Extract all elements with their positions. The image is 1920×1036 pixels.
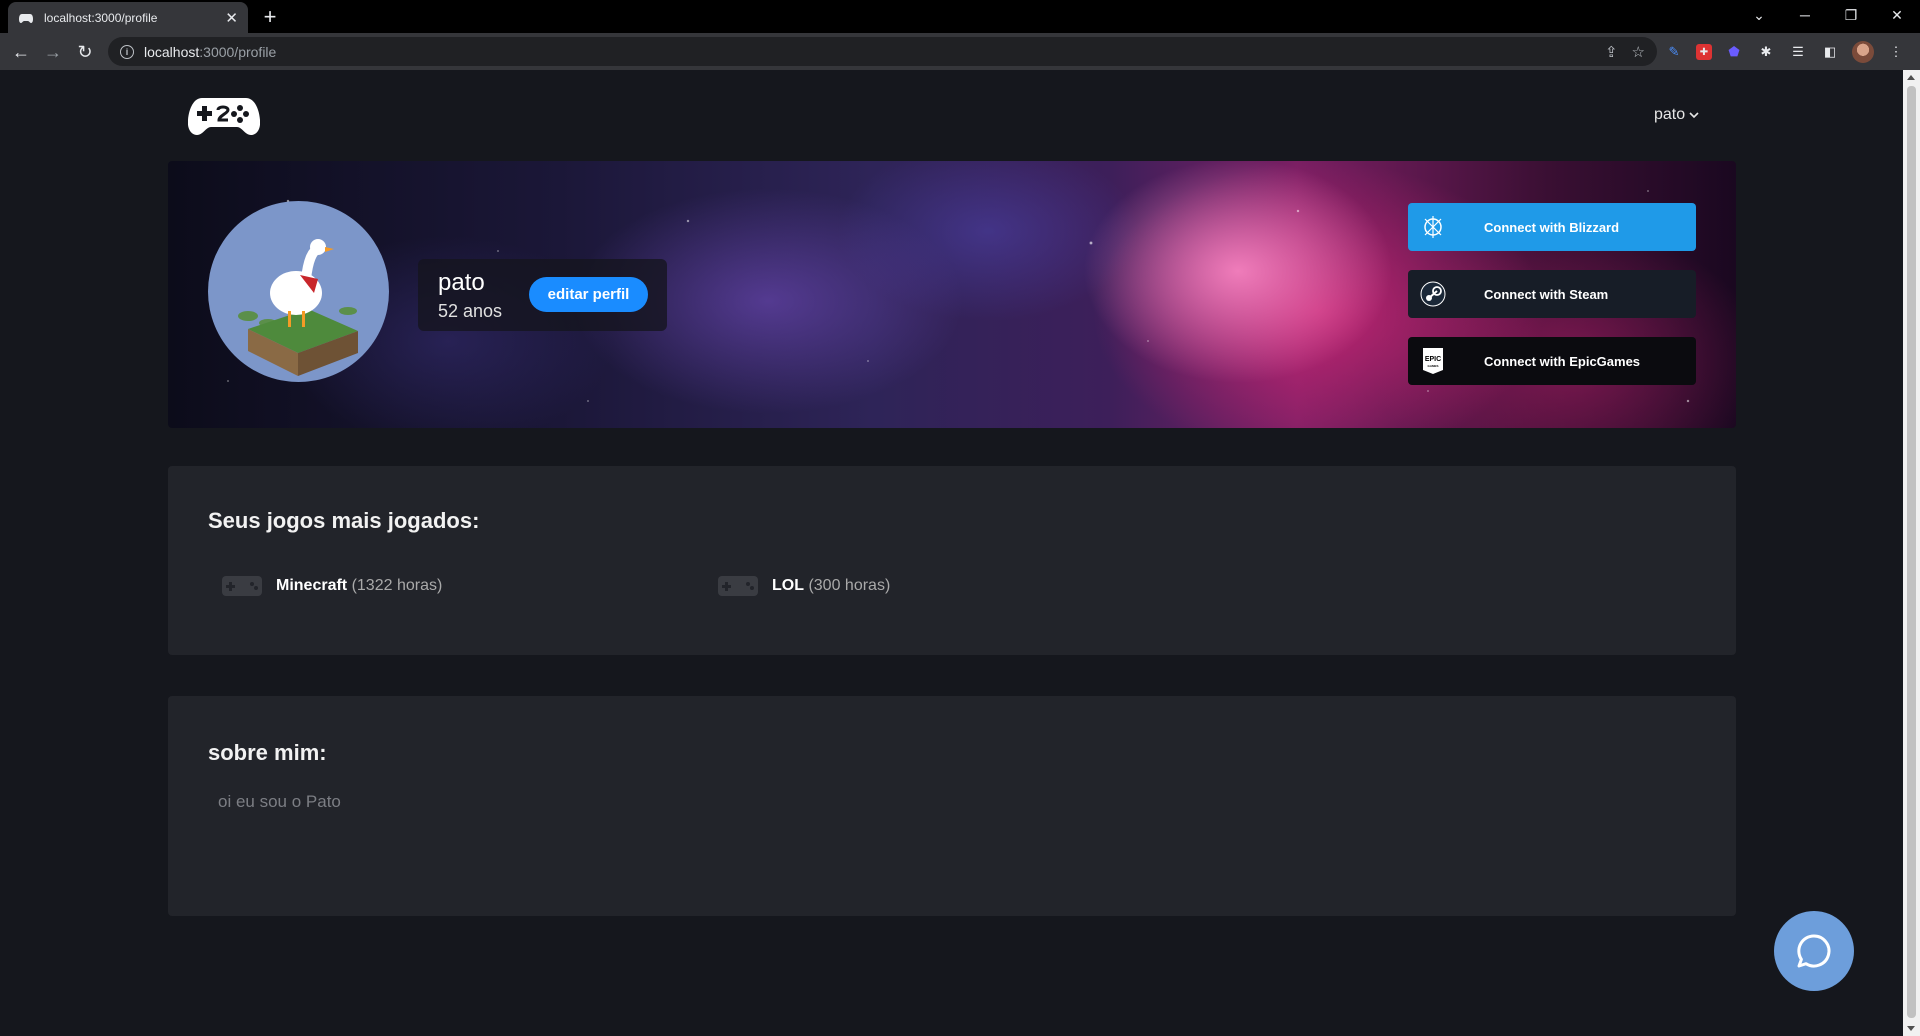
reload-icon[interactable]: ↻ (72, 39, 98, 65)
close-tab-icon[interactable]: ✕ (225, 9, 238, 27)
about-me-card: sobre mim: oi eu sou o Pato (168, 696, 1736, 916)
connect-blizzard-label: Connect with Blizzard (1484, 219, 1620, 235)
most-played-title: Seus jogos mais jogados: (208, 508, 480, 533)
browser-toolbar: ← → ↻ i localhost:3000/profile ⇪ ☆ ✎ ✚ ⬟… (0, 33, 1920, 70)
about-text: oi eu sou o Pato (218, 792, 341, 811)
profile-avatar (208, 201, 389, 382)
chevron-down-icon (1689, 111, 1699, 118)
blizzard-icon (1408, 214, 1458, 240)
extensions-area: ✎ ✚ ⬟ ✱ ☰ ◧ ⋮ (1664, 41, 1906, 63)
tab-title: localhost:3000/profile (44, 10, 158, 25)
gamepad-favicon-icon (18, 10, 34, 26)
profile-name: pato (438, 269, 485, 296)
user-menu[interactable]: pato (1654, 106, 1699, 124)
connect-steam-label: Connect with Steam (1484, 286, 1609, 302)
share-icon[interactable]: ⇪ (1605, 43, 1618, 61)
extension-purple-icon[interactable]: ⬟ (1724, 42, 1744, 62)
game-name: LOL (772, 577, 804, 594)
connect-epicgames-button[interactable]: EPIC GAMES Connect with EpicGames (1408, 337, 1696, 385)
game-hours: (300 horas) (808, 577, 891, 594)
browser-tab-bar: localhost:3000/profile ✕ + ⌄ ─ ❐ ✕ (0, 0, 1920, 33)
extension-pen-icon[interactable]: ✎ (1664, 42, 1684, 62)
game-hours: (1322 horas) (351, 577, 443, 594)
profile-banner: pato 52 anos editar perfil Connect with … (168, 161, 1736, 428)
connect-blizzard-button[interactable]: Connect with Blizzard (1408, 203, 1696, 251)
chat-bubble-icon (1797, 934, 1831, 968)
scroll-up-icon[interactable] (1907, 75, 1915, 80)
gamepad-logo-icon[interactable] (188, 92, 260, 136)
chat-button[interactable] (1774, 911, 1854, 991)
connect-steam-button[interactable]: Connect with Steam (1408, 270, 1696, 318)
url-path: :3000/profile (199, 43, 277, 60)
gamepad-icon (718, 576, 758, 596)
close-window-icon[interactable]: ✕ (1874, 0, 1920, 30)
connect-epicgames-label: Connect with EpicGames (1484, 353, 1641, 369)
goose-avatar-image (238, 239, 358, 376)
gamepad-icon (222, 576, 262, 596)
profile-age: 52 anos (438, 301, 503, 321)
scrollbar-thumb[interactable] (1907, 86, 1916, 1018)
page-scrollbar[interactable] (1903, 70, 1920, 1036)
extension-red-icon[interactable]: ✚ (1696, 44, 1712, 60)
most-played-games-card: Seus jogos mais jogados: Minecraft (1322… (168, 466, 1736, 655)
site-info-icon[interactable]: i (120, 44, 134, 59)
forward-icon[interactable]: → (40, 39, 66, 65)
tab-search-icon[interactable]: ⌄ (1736, 0, 1782, 30)
svg-text:EPIC: EPIC (1425, 356, 1441, 363)
address-bar[interactable]: i localhost:3000/profile ⇪ ☆ (108, 37, 1657, 66)
bookmark-star-icon[interactable]: ☆ (1632, 43, 1645, 61)
window-controls: ⌄ ─ ❐ ✕ (1736, 0, 1920, 30)
profile-avatar-icon[interactable] (1852, 41, 1874, 63)
reading-list-icon[interactable]: ☰ (1788, 42, 1808, 62)
game-item: Minecraft (1322 horas) (222, 574, 442, 598)
game-item: LOL (300 horas) (718, 574, 890, 598)
user-menu-name: pato (1654, 106, 1686, 123)
restore-icon[interactable]: ❐ (1828, 0, 1874, 30)
url-host: localhost (144, 43, 200, 60)
page: pato pato 52 anos editar perfil Connect … (0, 70, 1920, 1036)
side-panel-icon[interactable]: ◧ (1820, 42, 1840, 62)
epic-games-icon: EPIC GAMES (1408, 347, 1458, 375)
about-title: sobre mim: (208, 740, 327, 765)
steam-icon (1408, 280, 1458, 308)
svg-text:GAMES: GAMES (1427, 364, 1438, 368)
new-tab-button[interactable]: + (256, 4, 284, 30)
extensions-puzzle-icon[interactable]: ✱ (1756, 42, 1776, 62)
edit-profile-button[interactable]: editar perfil (529, 277, 648, 312)
game-name: Minecraft (276, 577, 348, 594)
back-icon[interactable]: ← (8, 39, 34, 65)
scroll-down-icon[interactable] (1907, 1026, 1915, 1031)
profile-name-box: pato 52 anos editar perfil (418, 259, 667, 331)
minimize-icon[interactable]: ─ (1782, 0, 1828, 30)
browser-menu-icon[interactable]: ⋮ (1886, 42, 1906, 62)
browser-tab[interactable]: localhost:3000/profile ✕ (8, 2, 248, 33)
